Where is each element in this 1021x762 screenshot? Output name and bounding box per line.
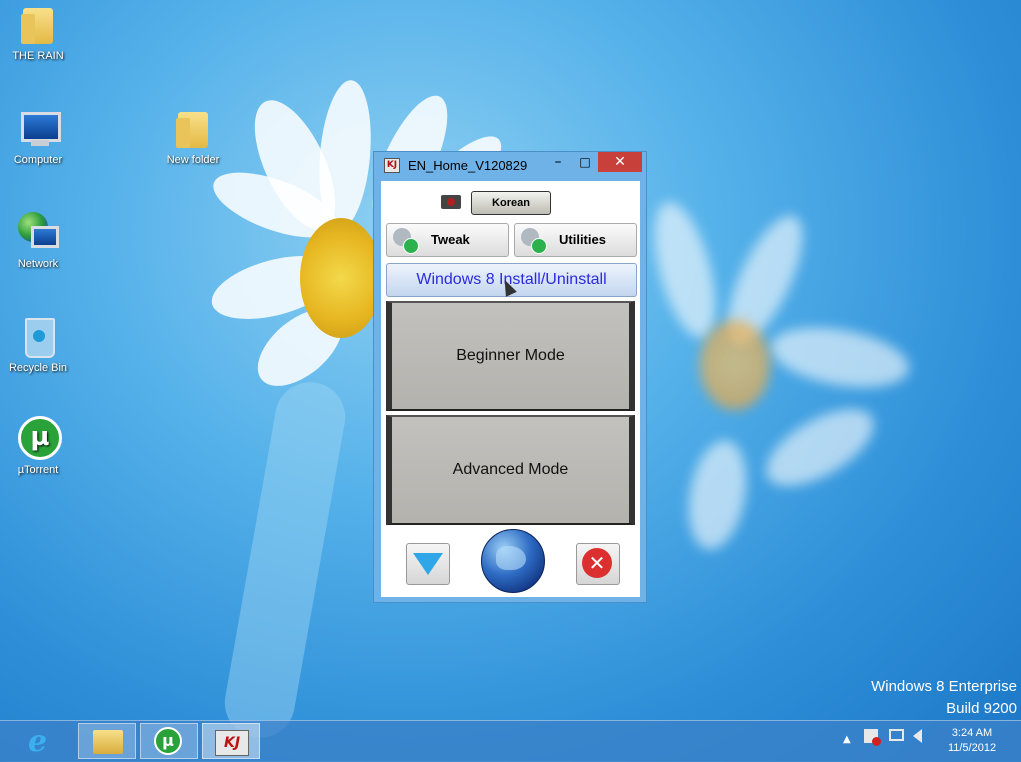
computer-icon (15, 106, 61, 152)
app-icon: KJ (384, 158, 400, 173)
utorrent-taskbar-icon: µ (154, 727, 182, 755)
utilities-label: Utilities (559, 232, 606, 247)
file-explorer-icon (93, 730, 123, 754)
download-arrow-button[interactable] (406, 543, 450, 585)
utorrent-icon: µ (15, 416, 62, 462)
desktop-icon-network[interactable]: Network (0, 210, 78, 270)
tweak-label: Tweak (431, 232, 470, 247)
minimize-button[interactable]: – (545, 152, 571, 172)
recycle-bin-icon (15, 314, 61, 360)
desktop-icon-label: Computer (13, 154, 63, 166)
beginner-mode-button[interactable]: Beginner Mode (386, 301, 635, 411)
volume-icon[interactable] (913, 729, 922, 743)
desktop-icon-new-folder[interactable]: New folder (153, 106, 233, 166)
clock-date: 11/5/2012 (947, 742, 997, 754)
network-icon (15, 210, 61, 256)
camera-icon (441, 195, 461, 209)
system-clock[interactable]: 3:24 AM 11/5/2012 (942, 726, 1002, 756)
watermark-edition: Windows 8 Enterprise (871, 678, 1017, 695)
taskbar-file-explorer[interactable] (78, 723, 136, 759)
tweak-button[interactable]: Tweak (386, 223, 509, 257)
user-folder-icon (15, 2, 61, 48)
desktop-icon-label: THE RAIN (12, 50, 64, 62)
language-button[interactable]: Korean (471, 191, 551, 215)
maximize-button[interactable]: □ (572, 152, 598, 172)
desktop-icon-label: New folder (166, 154, 220, 166)
kj-app-icon: KJ (215, 730, 249, 756)
show-hidden-icons-button[interactable]: ▲ (843, 734, 851, 745)
taskbar-kj-app[interactable]: KJ (202, 723, 260, 759)
desktop-icon-utorrent[interactable]: µ µTorrent (0, 416, 78, 476)
clock-time: 3:24 AM (951, 727, 993, 739)
title-bar[interactable]: KJ EN_Home_V120829 – □ ✕ (374, 152, 646, 180)
desktop-icon-computer[interactable]: Computer (0, 106, 78, 166)
tweak-icon (393, 228, 419, 254)
desktop-icon-recycle-bin[interactable]: Recycle Bin (0, 314, 78, 374)
globe-button[interactable] (481, 529, 545, 593)
close-button[interactable]: ✕ (598, 152, 642, 172)
taskbar-utorrent[interactable]: µ (140, 723, 198, 759)
gears-icon (521, 228, 547, 254)
folder-icon (170, 106, 216, 152)
internet-explorer-icon[interactable]: e (28, 727, 60, 757)
exit-button[interactable]: ✕ (576, 543, 620, 585)
utilities-button[interactable]: Utilities (514, 223, 637, 257)
network-tray-icon[interactable] (889, 729, 904, 741)
desktop-icon-the-rain[interactable]: THE RAIN (0, 2, 78, 62)
action-center-flag-icon[interactable] (864, 729, 881, 746)
window-client: Korean Tweak Utilities Windows 8 Install… (381, 181, 640, 597)
taskbar: e µ KJ ▲ 3:24 AM 11/5/2012 (0, 720, 1021, 762)
desktop-icon-label: µTorrent (17, 464, 59, 476)
window-title: EN_Home_V120829 (408, 158, 528, 173)
desktop-icon-label: Recycle Bin (8, 362, 68, 374)
os-watermark: Windows 8 Enterprise Build 9200 (871, 676, 1017, 720)
advanced-mode-button[interactable]: Advanced Mode (386, 415, 635, 525)
desktop-icon-label: Network (17, 258, 59, 270)
app-window: KJ EN_Home_V120829 – □ ✕ Korean Tweak Ut… (373, 151, 647, 603)
watermark-build: Build 9200 (946, 700, 1017, 717)
close-x-icon: ✕ (582, 548, 612, 578)
